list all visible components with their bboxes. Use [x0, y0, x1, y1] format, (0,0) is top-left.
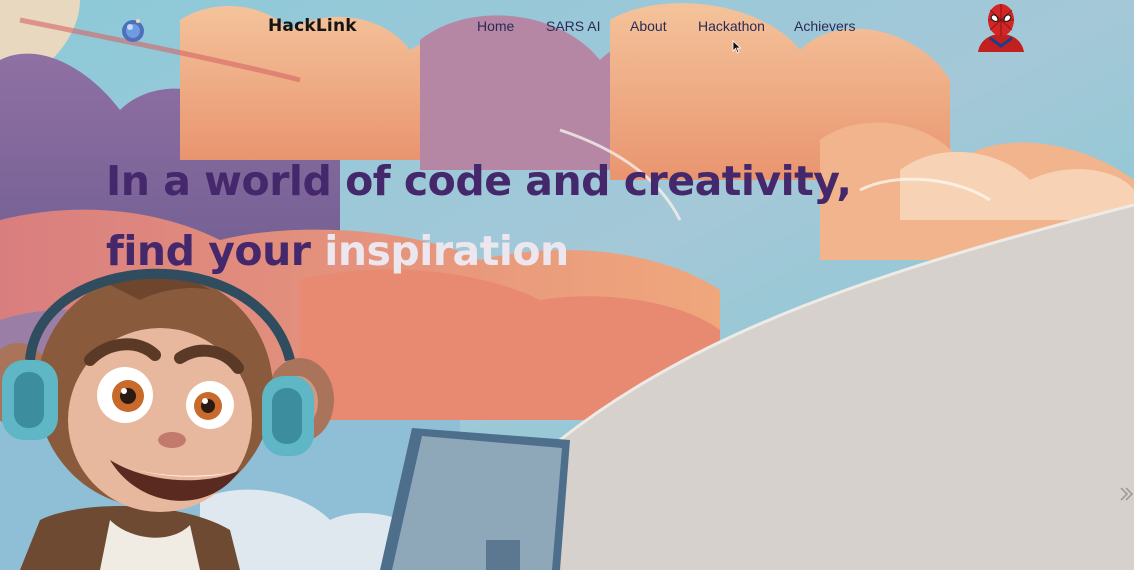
monkey-character — [0, 268, 334, 570]
nav-home-link[interactable]: Home — [477, 18, 514, 34]
hero-headline-line1: In a world of code and creativity, — [106, 157, 852, 205]
hero-headline-line2: find your inspiration — [106, 216, 851, 286]
nav-hackathon-link[interactable]: Hackathon — [698, 18, 765, 34]
hero-headline-line2-prefix: find your — [106, 227, 325, 275]
laptop-screen — [380, 428, 570, 570]
mouse-cursor-icon — [732, 40, 742, 54]
hero-headline: In a world of code and creativity, find … — [106, 146, 852, 286]
nav-sars-ai-link[interactable]: SARS AI — [546, 18, 600, 34]
hero-headline-accent-word: inspiration — [324, 227, 569, 275]
spiderman-avatar-icon[interactable] — [972, 2, 1030, 52]
top-navbar: HackLink Home SARS AI About Hackathon Ac… — [0, 0, 1134, 56]
side-scroll-marker-icon[interactable] — [1119, 486, 1134, 502]
nav-about-link[interactable]: About — [630, 18, 667, 34]
nav-achievers-link[interactable]: Achievers — [794, 18, 855, 34]
main-nav: Home SARS AI About Hackathon Achievers — [0, 18, 1134, 38]
landing-page: HackLink Home SARS AI About Hackathon Ac… — [0, 0, 1134, 570]
